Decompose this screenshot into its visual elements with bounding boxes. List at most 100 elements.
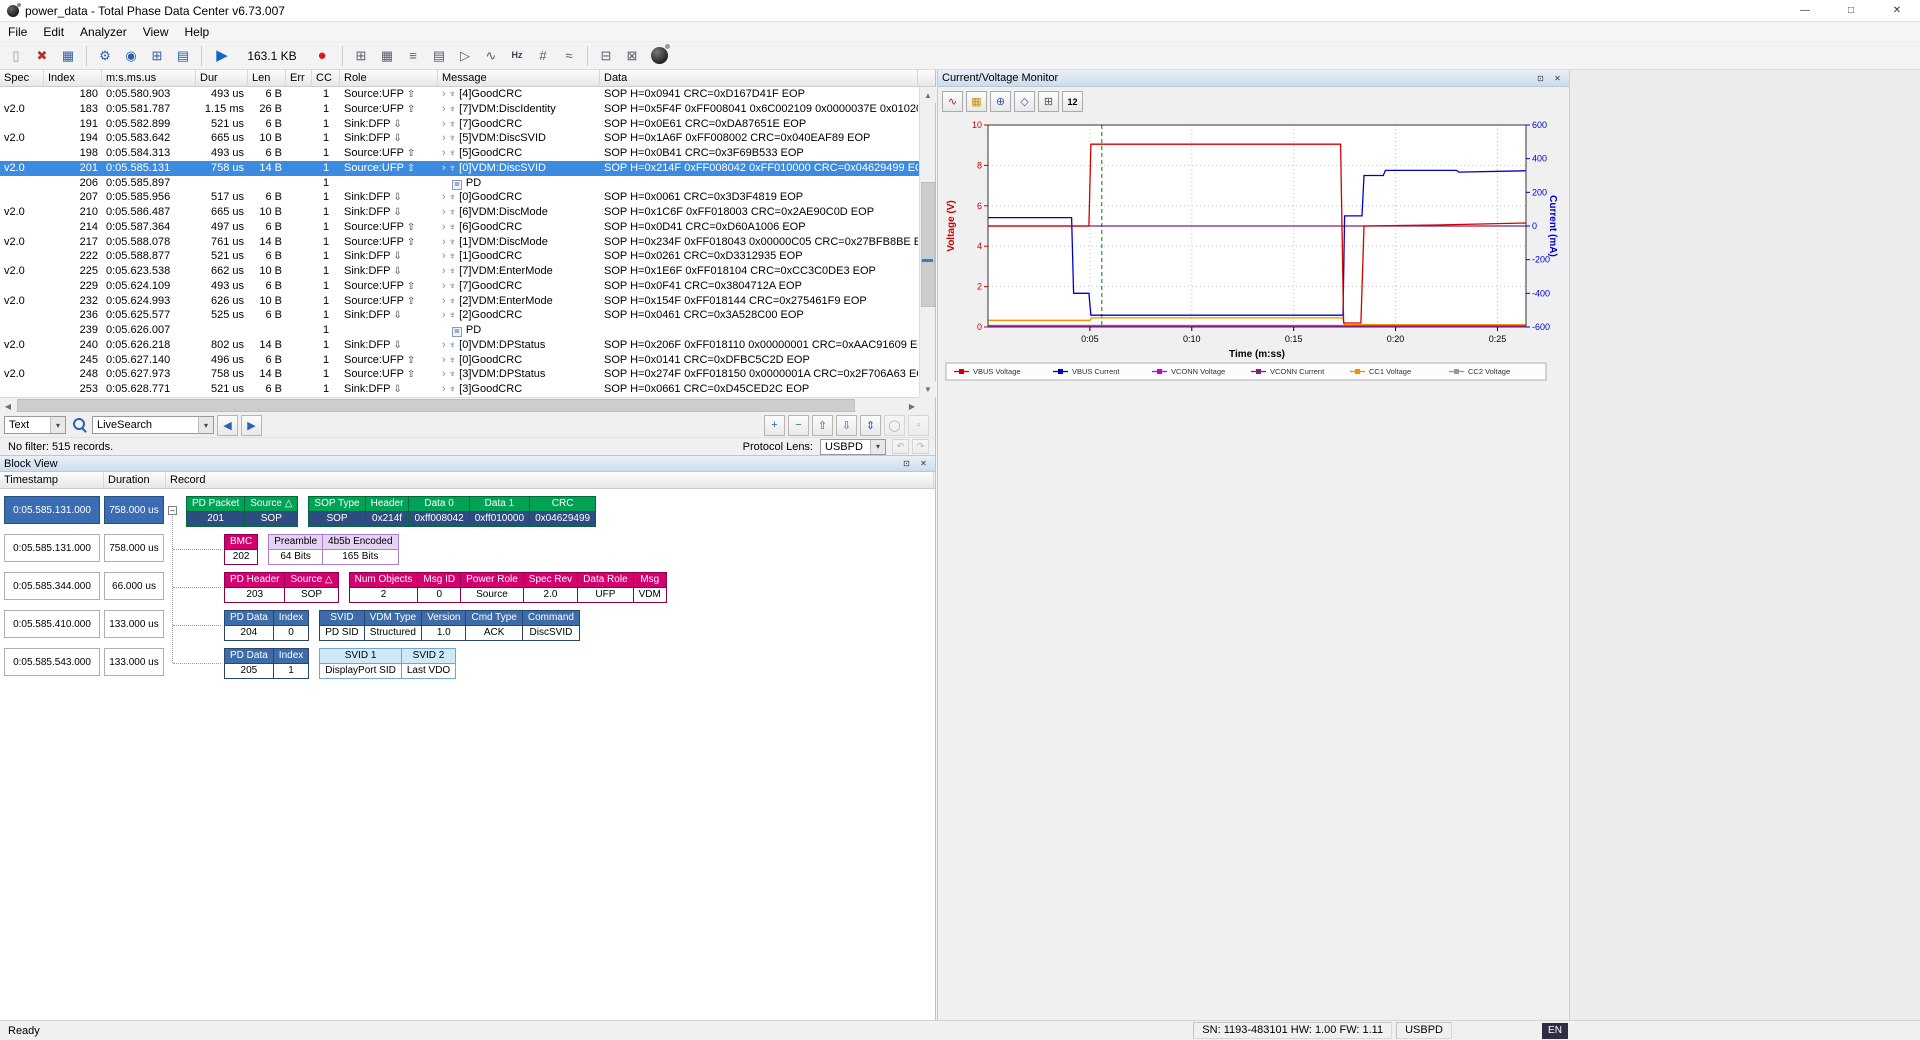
- table-row[interactable]: 2450:05.627.140496 us6 B1Source:UFP⇧›♆[0…: [0, 353, 919, 368]
- scroll-down-button[interactable]: ▼: [920, 381, 936, 397]
- column-header-dur[interactable]: Dur: [196, 70, 248, 86]
- expand-chevron-icon[interactable]: ›: [442, 191, 446, 203]
- table-row[interactable]: 2290:05.624.109493 us6 B1Source:UFP⇧›♆[7…: [0, 279, 919, 294]
- table-row[interactable]: 2530:05.628.771521 us6 B1Sink:DFP⇩›♆[3]G…: [0, 382, 919, 397]
- view-measure-button[interactable]: #: [531, 44, 555, 68]
- monitor-float-button[interactable]: ⊡: [1533, 72, 1548, 85]
- expand-chevron-icon[interactable]: ›: [442, 309, 446, 321]
- expand-chevron-icon[interactable]: ›: [442, 295, 446, 307]
- chart-values-button[interactable]: 12: [1062, 91, 1083, 112]
- view-block-button[interactable]: ▤: [427, 44, 451, 68]
- window-duplicate-button[interactable]: ⊟: [594, 44, 618, 68]
- expand-chevron-icon[interactable]: ›: [442, 354, 446, 366]
- menu-file[interactable]: File: [0, 22, 35, 42]
- scroll-left-button[interactable]: ◀: [0, 398, 16, 414]
- block-row[interactable]: 0:05.585.543.000133.000 usPD Data205Inde…: [0, 645, 935, 683]
- vertical-scroll-thumb[interactable]: [921, 182, 935, 307]
- column-header-msg[interactable]: Message: [438, 70, 600, 86]
- hardware-filter-button[interactable]: ⊞: [145, 44, 169, 68]
- blockview-column-timestamp[interactable]: Timestamp: [0, 472, 104, 488]
- save-file-button[interactable]: ▦: [56, 44, 80, 68]
- horizontal-scrollbar[interactable]: ◀ ▶: [0, 397, 920, 413]
- block-row[interactable]: 0:05.585.344.00066.000 usPD Header203Sou…: [0, 569, 935, 607]
- go-selected-packet-button[interactable]: ⇕: [860, 415, 881, 436]
- expand-chevron-icon[interactable]: ›: [442, 162, 446, 174]
- view-list-button[interactable]: ≡: [401, 44, 425, 68]
- table-row[interactable]: v2.02400:05.626.218802 us14 B1Sink:DFP⇩›…: [0, 338, 919, 353]
- menu-edit[interactable]: Edit: [35, 22, 72, 42]
- blockview-float-button[interactable]: ⊡: [899, 457, 914, 470]
- io-settings-button[interactable]: ▤: [171, 44, 195, 68]
- chart-export-button[interactable]: ∿: [942, 91, 963, 112]
- table-row[interactable]: v2.02480:05.627.973758 us14 B1Source:UFP…: [0, 367, 919, 382]
- table-row[interactable]: 2070:05.585.956517 us6 B1Sink:DFP⇩›♆[0]G…: [0, 190, 919, 205]
- view-monitor-button[interactable]: ≈: [557, 44, 581, 68]
- capture-start-button[interactable]: ▶: [208, 44, 236, 68]
- monitor-close-button[interactable]: ✕: [1550, 72, 1565, 85]
- expand-chevron-icon[interactable]: ›: [442, 339, 446, 351]
- expand-chevron-icon[interactable]: ›: [442, 250, 446, 262]
- close-file-button[interactable]: ✖: [30, 44, 54, 68]
- table-row[interactable]: v2.02250:05.623.538662 us10 B1Sink:DFP⇩›…: [0, 264, 919, 279]
- table-row[interactable]: 1910:05.582.899521 us6 B1Sink:DFP⇩›♆[7]G…: [0, 117, 919, 132]
- expand-chevron-icon[interactable]: ›: [442, 221, 446, 233]
- zoom-in-button[interactable]: +: [764, 415, 785, 436]
- blockview-column-duration[interactable]: Duration: [104, 472, 166, 488]
- table-row[interactable]: 2060:05.585.8971≣PD: [0, 176, 919, 191]
- expand-chevron-icon[interactable]: ›: [442, 265, 446, 277]
- view-packet-button[interactable]: ⊞: [349, 44, 373, 68]
- language-indicator[interactable]: EN: [1542, 1023, 1568, 1039]
- expand-chevron-icon[interactable]: ›: [442, 280, 446, 292]
- column-header-err[interactable]: Err: [286, 70, 312, 86]
- menu-view[interactable]: View: [135, 22, 177, 42]
- device-settings-button[interactable]: ⚙: [93, 44, 117, 68]
- horizontal-scroll-thumb[interactable]: [17, 399, 855, 412]
- table-row[interactable]: 2390:05.626.0071≣PD: [0, 323, 919, 338]
- expand-chevron-icon[interactable]: ›: [442, 147, 446, 159]
- table-row[interactable]: v2.01830:05.581.7871.15 ms26 B1Source:UF…: [0, 102, 919, 117]
- vertical-scrollbar[interactable]: ▲ ▼: [919, 87, 935, 397]
- expand-chevron-icon[interactable]: ›: [442, 132, 446, 144]
- column-header-role[interactable]: Role: [340, 70, 438, 86]
- table-row[interactable]: v2.01940:05.583.642665 us10 B1Sink:DFP⇩›…: [0, 131, 919, 146]
- search-field-selector[interactable]: Text ▾: [4, 416, 66, 434]
- capture-settings-button[interactable]: ◉: [119, 44, 143, 68]
- go-last-packet-button[interactable]: ⇩: [836, 415, 857, 436]
- view-table-button[interactable]: ▦: [375, 44, 399, 68]
- block-row[interactable]: 0:05.585.131.000758.000 usPD Packet201So…: [0, 493, 935, 531]
- menu-analyzer[interactable]: Analyzer: [72, 22, 135, 42]
- table-row[interactable]: 2360:05.625.577525 us6 B1Sink:DFP⇩›♆[2]G…: [0, 308, 919, 323]
- capture-stop-button[interactable]: ●: [308, 44, 336, 68]
- search-prev-button[interactable]: ◀: [217, 415, 238, 436]
- table-row[interactable]: v2.02320:05.624.993626 us10 B1Source:UFP…: [0, 294, 919, 309]
- zoom-out-button[interactable]: −: [788, 415, 809, 436]
- chart-zoom-button[interactable]: ⊕: [990, 91, 1011, 112]
- table-row[interactable]: v2.02170:05.588.078761 us14 B1Source:UFP…: [0, 235, 919, 250]
- expand-chevron-icon[interactable]: ›: [442, 103, 446, 115]
- column-header-cc[interactable]: CC: [312, 70, 340, 86]
- tree-collapse-button[interactable]: –: [168, 506, 177, 515]
- new-file-button[interactable]: ▯: [4, 44, 28, 68]
- chart-pan-button[interactable]: ◇: [1014, 91, 1035, 112]
- expand-chevron-icon[interactable]: ›: [442, 383, 446, 395]
- window-export-button[interactable]: ⊠: [620, 44, 644, 68]
- protocol-lens-select[interactable]: USBPD ▾: [820, 439, 886, 455]
- chart-save-button[interactable]: ▦: [966, 91, 987, 112]
- search-next-button[interactable]: ▶: [241, 415, 262, 436]
- column-header-len[interactable]: Len: [248, 70, 286, 86]
- table-row[interactable]: 1980:05.584.313493 us6 B1Source:UFP⇧›♆[5…: [0, 146, 919, 161]
- table-row[interactable]: 1800:05.580.903493 us6 B1Source:UFP⇧›♆[4…: [0, 87, 919, 102]
- blockview-close-button[interactable]: ✕: [916, 457, 931, 470]
- menu-help[interactable]: Help: [177, 22, 218, 42]
- table-row[interactable]: 2220:05.588.877521 us6 B1Sink:DFP⇩›♆[1]G…: [0, 249, 919, 264]
- minimize-button[interactable]: —: [1782, 0, 1828, 22]
- block-row[interactable]: 0:05.585.131.000758.000 usBMC202Preamble…: [0, 531, 935, 569]
- filter-detach-button[interactable]: ▫: [908, 415, 929, 436]
- scroll-right-button[interactable]: ▶: [904, 398, 920, 414]
- maximize-button[interactable]: □: [1828, 0, 1874, 22]
- expand-chevron-icon[interactable]: ›: [442, 118, 446, 130]
- column-header-time[interactable]: m:s.ms.us: [102, 70, 196, 86]
- lens-back-button[interactable]: ↶: [892, 439, 909, 454]
- block-row[interactable]: 0:05.585.410.000133.000 usPD Data204Inde…: [0, 607, 935, 645]
- view-replay-button[interactable]: ▷: [453, 44, 477, 68]
